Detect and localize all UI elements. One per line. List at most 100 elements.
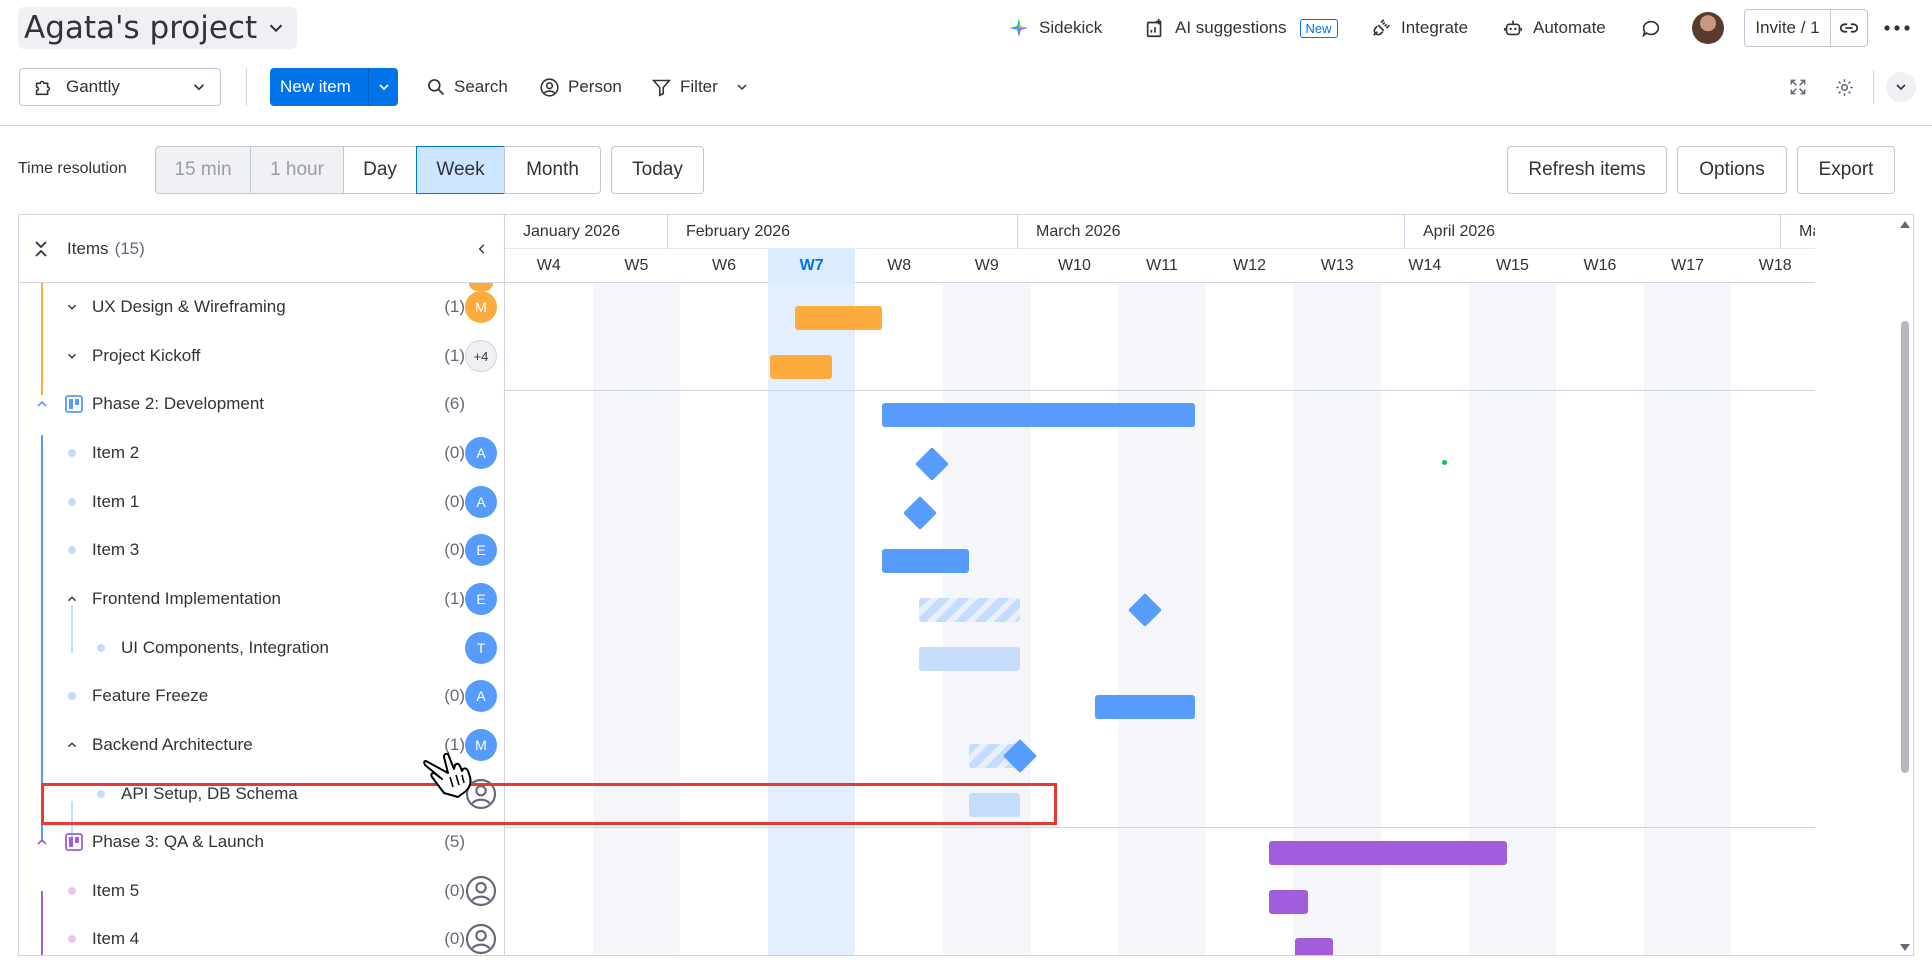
resolution-15min[interactable]: 15 min <box>155 146 251 194</box>
filter-button[interactable]: Filter <box>651 74 750 100</box>
avatar[interactable]: E <box>465 534 497 567</box>
list-item[interactable]: Project Kickoff (1) +4 <box>19 332 504 381</box>
automate-button[interactable]: Automate <box>1502 14 1606 42</box>
gantt-bar-item5[interactable] <box>1269 890 1308 914</box>
items-label: Items <box>67 238 109 258</box>
search-button[interactable]: Search <box>426 74 508 100</box>
row-label: UX Design & Wireframing <box>92 297 286 317</box>
chevron-up-icon[interactable] <box>34 834 50 850</box>
gantt-bar-project-kickoff[interactable] <box>770 355 832 379</box>
invite-button[interactable]: Invite / 1 <box>1745 10 1831 46</box>
new-item-button[interactable]: New item <box>270 68 398 106</box>
gantt-bar-item4[interactable] <box>1295 938 1333 955</box>
row-count: (0) <box>444 492 465 512</box>
milestone-item1[interactable] <box>903 496 937 530</box>
filter-icon <box>651 79 672 97</box>
list-item[interactable]: Item 2 (0) A <box>19 429 504 478</box>
vertical-scrollbar[interactable] <box>1897 215 1913 955</box>
week-label: W9 <box>974 257 999 274</box>
resolution-month[interactable]: Month <box>504 146 601 194</box>
refresh-items-button[interactable]: Refresh items <box>1507 146 1667 194</box>
project-title-dropdown[interactable]: Agata's project <box>18 7 298 49</box>
gantt-bar-feature-freeze[interactable] <box>1095 695 1195 719</box>
ai-suggestions-button[interactable]: AI suggestions New <box>1144 14 1338 42</box>
more-options-icon[interactable] <box>1882 14 1912 42</box>
list-item[interactable]: Item 4 (0) <box>19 915 504 955</box>
list-item[interactable]: UX Design & Wireframing (1) M <box>19 283 504 332</box>
gantt-chart: Items (15) UX Design & Wireframing (1) M … <box>18 214 1914 956</box>
board-icon <box>65 395 83 414</box>
week-label: W8 <box>887 257 912 274</box>
list-item[interactable]: Feature Freeze (0) A <box>19 672 504 721</box>
chevron-up-icon[interactable] <box>65 592 79 606</box>
avatar[interactable]: T <box>465 632 497 665</box>
chevron-down-icon <box>193 84 205 91</box>
scroll-up-arrow-icon[interactable] <box>1899 219 1911 229</box>
chevron-up-icon[interactable] <box>65 738 79 752</box>
group-header-phase2[interactable]: Phase 2: Development (6) <box>19 380 504 429</box>
list-item[interactable]: Frontend Implementation (1) E <box>19 575 504 624</box>
view-selector[interactable]: Ganttly <box>19 68 221 106</box>
week-column <box>1643 283 1732 955</box>
chevron-down-icon <box>378 84 389 91</box>
avatar-group[interactable]: +4 <box>465 340 497 373</box>
avatar[interactable]: E <box>465 583 497 616</box>
fullscreen-icon[interactable] <box>1785 74 1811 100</box>
invite-group: Invite / 1 <box>1744 9 1868 47</box>
marker-dot <box>1442 460 1447 465</box>
chevron-down-icon[interactable] <box>65 349 79 363</box>
row-label: Project Kickoff <box>92 346 201 366</box>
resolution-day[interactable]: Day <box>343 146 417 194</box>
integrate-button[interactable]: Integrate <box>1370 14 1468 42</box>
chevron-down-icon <box>269 24 283 33</box>
person-filter-button[interactable]: Person <box>539 74 622 100</box>
resolution-1hour[interactable]: 1 hour <box>250 146 344 194</box>
row-label: Feature Freeze <box>92 686 209 706</box>
list-item[interactable]: Item 3 (0) E <box>19 526 504 575</box>
header-divider <box>0 125 1932 126</box>
collapse-all-icon[interactable] <box>33 240 49 258</box>
gantt-bar-frontend-summary[interactable] <box>919 598 1020 622</box>
list-item[interactable]: Item 5 (0) <box>19 867 504 916</box>
chevron-left-icon[interactable] <box>475 242 489 256</box>
person-placeholder-icon[interactable] <box>465 875 497 908</box>
row-label: Backend Architecture <box>92 735 253 755</box>
scroll-down-arrow-icon[interactable] <box>1899 943 1911 953</box>
week-label: W4 <box>536 257 561 274</box>
row-count: (1) <box>444 297 465 317</box>
gantt-bar-phase2[interactable] <box>882 403 1195 427</box>
week-label: W16 <box>1583 257 1617 274</box>
settings-gear-icon[interactable] <box>1831 74 1857 100</box>
export-button[interactable]: Export <box>1797 146 1895 194</box>
person-placeholder-icon[interactable] <box>465 923 497 955</box>
resolution-week[interactable]: Week <box>416 146 505 194</box>
avatar[interactable]: A <box>465 486 497 519</box>
gantt-bar-phase3[interactable] <box>1269 841 1507 865</box>
list-item[interactable]: Item 1 (0) A <box>19 478 504 527</box>
options-button[interactable]: Options <box>1677 146 1787 194</box>
new-item-dropdown[interactable] <box>368 68 398 106</box>
today-button[interactable]: Today <box>611 146 704 194</box>
month-label: Ma <box>1799 223 1815 240</box>
week-label: W10 <box>1057 257 1091 274</box>
collapse-header-button[interactable] <box>1886 72 1916 102</box>
bullet-dot <box>68 546 76 555</box>
scrollbar-thumb[interactable] <box>1901 321 1909 773</box>
subitem-row[interactable]: UI Components, Integration T <box>19 624 504 673</box>
avatar[interactable]: A <box>465 437 497 470</box>
chevron-up-icon[interactable] <box>34 396 50 412</box>
chevron-down-icon[interactable] <box>65 300 79 314</box>
group-header-phase3[interactable]: Phase 3: QA & Launch (5) <box>19 818 504 867</box>
copy-link-button[interactable] <box>1831 10 1867 46</box>
ai-suggestions-label: AI suggestions <box>1175 18 1287 37</box>
sidekick-button[interactable]: Sidekick <box>1008 14 1102 42</box>
gantt-bar-ux-design[interactable] <box>795 306 882 330</box>
updates-button[interactable] <box>1640 14 1662 42</box>
gantt-bar-item3[interactable] <box>882 549 969 573</box>
row-label: Item 3 <box>92 540 140 560</box>
avatar[interactable]: M <box>465 291 497 324</box>
avatar[interactable]: A <box>465 680 497 713</box>
user-avatar[interactable] <box>1692 12 1724 44</box>
row-count: (0) <box>444 881 465 901</box>
gantt-bar-ui-components[interactable] <box>919 647 1020 671</box>
